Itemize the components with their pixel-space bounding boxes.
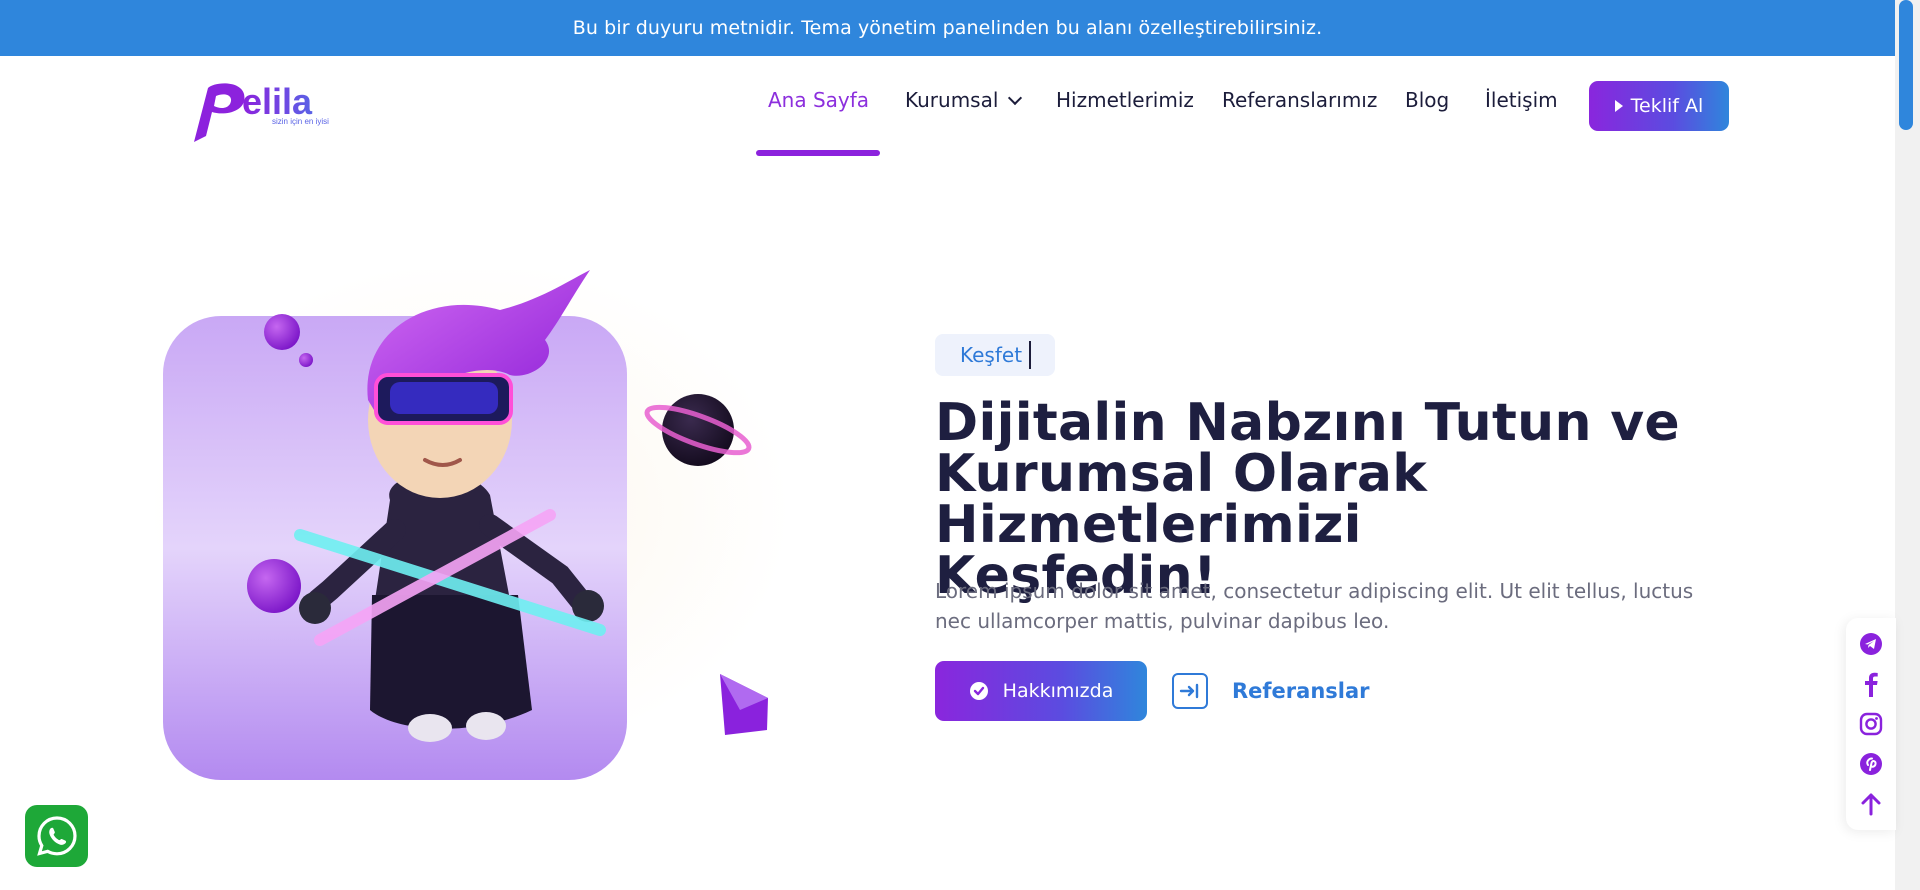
scrollbar-track[interactable] <box>1895 0 1920 890</box>
site-logo[interactable]: elila sizin için en iyisi <box>186 72 356 144</box>
hero-headline-line-2: Kurumsal Olarak Hizmetlerimizi <box>935 444 1428 555</box>
svg-text:elila: elila <box>242 81 313 122</box>
hero-tag: Keşfet <box>935 334 1055 376</box>
quote-button-label: Teklif Al <box>1630 95 1704 117</box>
instagram-icon[interactable] <box>1858 711 1884 737</box>
play-icon <box>1614 100 1623 112</box>
whatsapp-button[interactable] <box>25 805 88 867</box>
hero-headline: Dijitalin Nabzını Tutun ve Kurumsal Olar… <box>935 393 1755 602</box>
arrow-right-bar-icon <box>1172 673 1208 709</box>
hero-tag-label: Keşfet <box>960 343 1023 367</box>
about-button[interactable]: Hakkımızda <box>935 661 1147 721</box>
nav-item-kurumsal[interactable]: Kurumsal <box>905 88 1023 112</box>
nav-item-blog[interactable]: Blog <box>1405 88 1449 112</box>
hero-illustration <box>140 260 860 790</box>
nav-item-referanslarimiz[interactable]: Referanslarımız <box>1222 88 1377 112</box>
check-badge-icon <box>969 682 988 700</box>
nav-item-ana-sayfa[interactable]: Ana Sayfa <box>768 88 869 112</box>
nav-item-kurumsal-label: Kurumsal <box>905 88 999 112</box>
about-button-label: Hakkımızda <box>1002 680 1114 702</box>
svg-text:sizin için en iyisi: sizin için en iyisi <box>272 117 329 126</box>
arrow-up-icon[interactable] <box>1858 791 1884 817</box>
quote-button[interactable]: Teklif Al <box>1589 81 1729 131</box>
pinterest-icon[interactable] <box>1858 751 1884 777</box>
announcement-text: Bu bir duyuru metnidir. Tema yönetim pan… <box>572 17 1323 39</box>
references-link-label: Referanslar <box>1232 679 1370 703</box>
chevron-down-icon <box>1008 90 1023 106</box>
active-nav-indicator <box>756 150 880 156</box>
text-cursor <box>1029 341 1032 369</box>
facebook-icon[interactable] <box>1858 671 1884 697</box>
nav-item-iletisim[interactable]: İletişim <box>1485 88 1558 112</box>
social-sidebar <box>1846 618 1896 830</box>
hero-lead-text: Lorem ipsum dolor sit amet, consectetur … <box>935 579 1694 633</box>
references-link[interactable]: Referanslar <box>1172 672 1370 710</box>
scrollbar-thumb[interactable] <box>1899 0 1913 130</box>
telegram-icon[interactable] <box>1858 631 1884 657</box>
hero-headline-line-1: Dijitalin Nabzını Tutun ve <box>935 393 1680 453</box>
whatsapp-icon <box>36 816 77 856</box>
nav-item-hizmetlerimiz[interactable]: Hizmetlerimiz <box>1056 88 1194 112</box>
announcement-bar: Bu bir duyuru metnidir. Tema yönetim pan… <box>0 0 1895 56</box>
